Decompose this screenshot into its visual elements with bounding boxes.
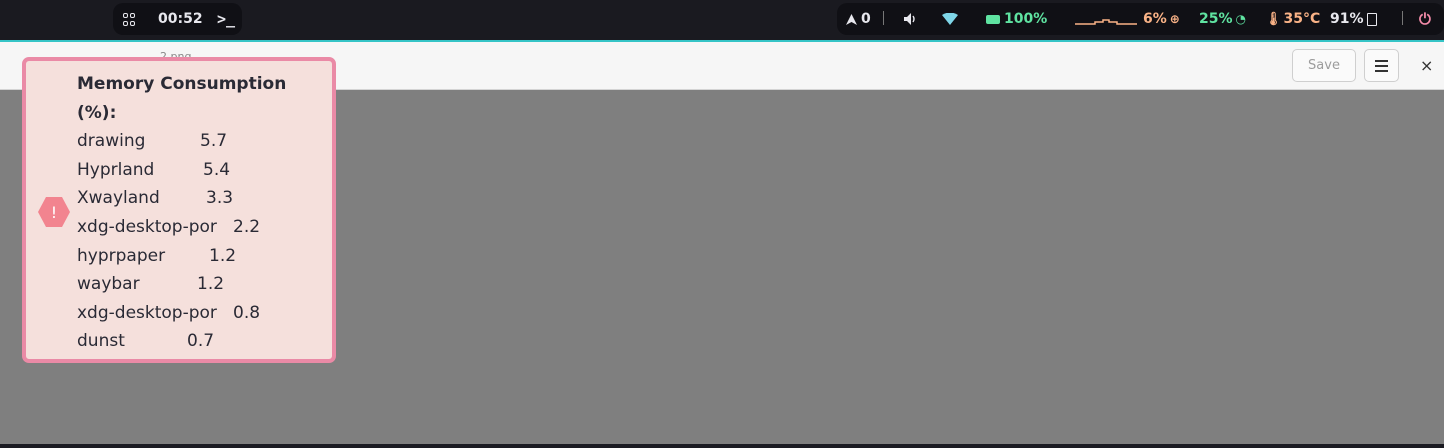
thermometer-icon: 🌡︎ [1265, 11, 1282, 27]
separator [883, 11, 884, 25]
process-row: Hyprland 5.4 [77, 156, 307, 185]
process-value: 1.2 [197, 274, 225, 295]
memory-notification[interactable]: ! Memory Consumption (%): drawing 5.7 Hy… [22, 57, 336, 363]
cpu-icon: ⊕ [1169, 12, 1180, 26]
battery-icon [986, 14, 1000, 24]
gpu-indicator[interactable]: 25% ◔ [1199, 11, 1246, 27]
wifi-icon[interactable] [942, 13, 958, 25]
apps-grid-icon[interactable] [123, 12, 137, 26]
process-name: xdg-desktop-por [77, 216, 217, 237]
process-name: waybar [77, 274, 140, 295]
workspace-indicator[interactable]: 0 [845, 11, 871, 27]
process-row: xdg-desktop-por 0.8 [77, 299, 307, 328]
process-value: 1.2 [209, 245, 237, 266]
notification-body: Memory Consumption (%): drawing 5.7 Hypr… [77, 70, 307, 356]
process-value: 0.8 [233, 302, 261, 323]
process-name: hyprpaper [77, 245, 166, 266]
memory-icon [1366, 12, 1377, 26]
cpu-percent: 6% [1143, 11, 1167, 27]
process-name: drawing [77, 131, 146, 152]
separator [1402, 11, 1403, 25]
process-name: Xwayland [77, 188, 160, 209]
clock[interactable]: 00:52 [158, 11, 203, 27]
right-module-group: 0 100% 6% ⊕ 25% ◔ 🌡︎ 35°C 91% ⏻ [837, 3, 1444, 35]
volume-icon[interactable] [903, 12, 917, 26]
cpu-graph [1075, 13, 1137, 25]
process-row: waybar 1.2 [77, 270, 307, 299]
hamburger-menu-button[interactable] [1364, 49, 1399, 82]
temperature-value: 35°C [1283, 11, 1321, 27]
cpu-indicator[interactable]: 6% ⊕ [1143, 11, 1180, 27]
workspace-count: 0 [861, 11, 871, 27]
menu-line [1375, 59, 1388, 62]
process-name: xdg-desktop-por [77, 302, 217, 323]
process-row: drawing 5.7 [77, 127, 307, 156]
close-button[interactable]: × [1420, 56, 1433, 75]
gpu-percent: 25% [1199, 11, 1233, 27]
process-value: 3.3 [206, 188, 234, 209]
process-row: dunst 0.7 [77, 327, 307, 356]
process-value: 0.7 [187, 331, 215, 352]
process-row: xdg-desktop-por 2.2 [77, 213, 307, 242]
left-module-group: 00:52 >_ [113, 3, 242, 35]
gauge-icon: ◔ [1235, 12, 1246, 26]
temperature-indicator[interactable]: 🌡︎ 35°C [1265, 11, 1320, 27]
process-value: 2.2 [233, 216, 261, 237]
memory-percent: 91% [1330, 11, 1364, 27]
process-name: Hyprland [77, 159, 155, 180]
notification-title: Memory Consumption (%): [77, 74, 287, 123]
battery-indicator[interactable]: 100% [986, 11, 1047, 27]
terminal-icon[interactable]: >_ [217, 10, 235, 28]
arrow-up-icon [846, 13, 857, 25]
memory-indicator[interactable]: 91% [1330, 11, 1377, 27]
battery-percent: 100% [1004, 11, 1048, 27]
top-bar: 00:52 >_ 0 100% 6% ⊕ 25% ◔ 🌡︎ 35°C 91% ⏻ [0, 0, 1444, 40]
menu-line [1375, 64, 1388, 67]
process-row: hyprpaper 1.2 [77, 242, 307, 271]
save-button[interactable]: Save [1292, 49, 1356, 82]
alert-icon: ! [38, 197, 70, 227]
power-icon[interactable]: ⏻ [1419, 10, 1431, 28]
process-name: dunst [77, 331, 125, 352]
menu-line [1375, 69, 1388, 72]
process-row: Xwayland 3.3 [77, 184, 307, 213]
process-value: 5.4 [203, 159, 231, 180]
process-value: 5.7 [200, 131, 228, 152]
